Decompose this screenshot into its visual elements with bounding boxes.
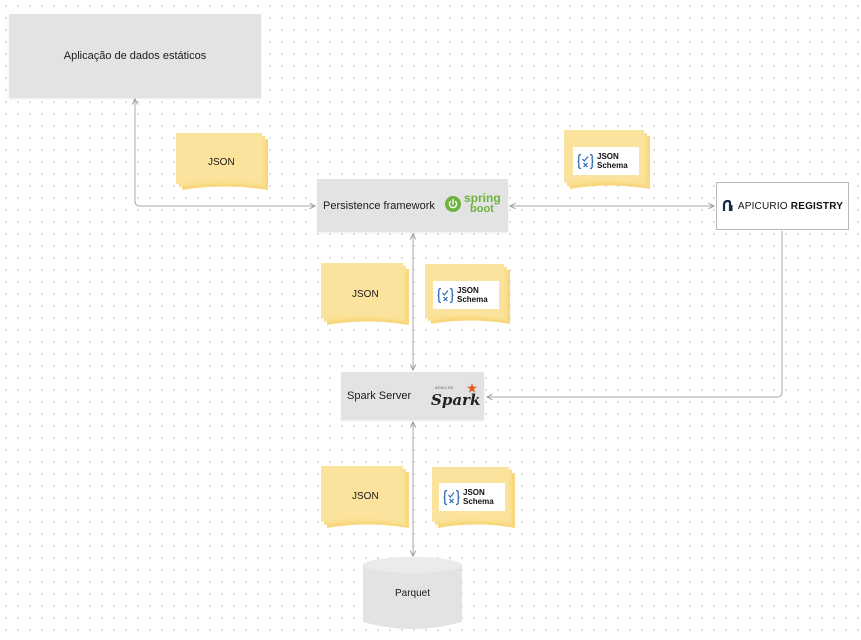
spark-logo-word: Spark xyxy=(431,391,481,409)
schema-card-bottom-line1: JSON xyxy=(463,488,485,497)
apicurio-icon xyxy=(722,200,733,211)
apache-spark-logo: APACHE Spark xyxy=(431,383,481,409)
json-schema-icon xyxy=(577,153,594,169)
json-schema-card-mid: JSON Schema xyxy=(433,281,499,309)
json-label-mid: JSON xyxy=(352,289,379,300)
apicurio-registry-label: APICURIO REGISTRY xyxy=(738,201,843,212)
json-schema-card-top: JSON Schema xyxy=(573,147,639,175)
spark-server-label: Spark Server xyxy=(347,390,412,402)
json-label-top: JSON xyxy=(208,157,235,168)
spring-power-icon xyxy=(445,196,461,212)
json-schema-card-bottom: JSON Schema xyxy=(439,483,505,511)
schema-card-top-line2: Schema xyxy=(597,161,628,170)
static-data-app-node[interactable]: Aplicação de dados estáticos xyxy=(9,14,261,98)
schema-card-mid-line2: Schema xyxy=(457,295,488,304)
persistence-framework-label: Persistence framework xyxy=(323,199,435,212)
static-data-app-label: Aplicação de dados estáticos xyxy=(63,50,207,62)
apicurio-registry-node[interactable]: APICURIO REGISTRY xyxy=(716,182,849,230)
persistence-framework-node[interactable]: Persistence framework spring boot xyxy=(317,179,508,232)
boot-logo-word: boot xyxy=(470,203,494,215)
spark-server-node[interactable]: Spark Server APACHE Spark xyxy=(341,372,484,420)
parquet-label: Parquet xyxy=(394,588,431,599)
spark-star-icon xyxy=(467,383,477,393)
json-schema-icon xyxy=(437,287,454,303)
connector-registry-spark xyxy=(487,231,783,397)
apicurio-name: APICURIO xyxy=(737,200,788,212)
spring-boot-logo: spring boot xyxy=(445,192,501,215)
schema-card-top-line1: JSON xyxy=(597,152,619,161)
schema-card-mid-line1: JSON xyxy=(457,286,479,295)
schema-card-bottom-line2: Schema xyxy=(463,497,494,506)
registry-name: REGISTRY xyxy=(790,200,844,212)
json-schema-icon xyxy=(443,489,460,505)
json-label-bottom: JSON xyxy=(352,491,379,502)
